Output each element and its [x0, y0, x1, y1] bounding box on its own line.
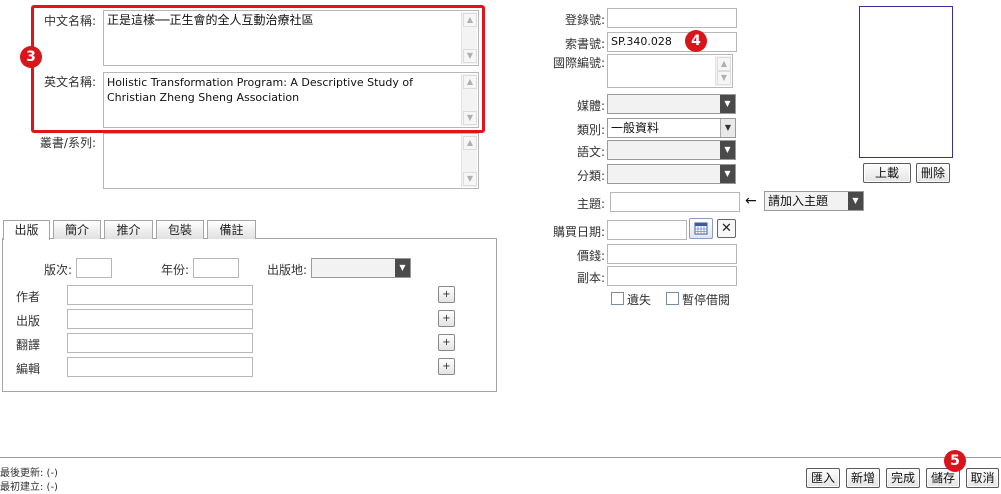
- callout-badge-3: 3: [20, 46, 42, 68]
- callout-badge-5: 5: [944, 450, 966, 472]
- author-input[interactable]: [67, 285, 253, 305]
- add-author-button[interactable]: +: [438, 286, 455, 303]
- cover-image-frame[interactable]: [859, 6, 953, 158]
- suspend-label: 暫停借閱: [682, 293, 731, 307]
- edition-label: 版次:: [44, 263, 73, 277]
- chevron-down-icon: ▼: [720, 119, 735, 137]
- created-text: 最初建立: (-): [0, 482, 58, 493]
- tab-recommend[interactable]: 推介: [104, 220, 153, 239]
- calendar-icon[interactable]: [689, 218, 713, 239]
- add-translator-button[interactable]: +: [438, 334, 455, 351]
- publisher-input[interactable]: [67, 309, 253, 329]
- reg-no-input[interactable]: [607, 8, 737, 28]
- upload-button[interactable]: 上載: [863, 163, 911, 183]
- chevron-down-icon: ▼: [720, 95, 735, 113]
- publisher-label: 出版: [16, 314, 41, 328]
- cancel-button[interactable]: 取消: [966, 468, 999, 488]
- add-editor-button[interactable]: +: [438, 358, 455, 375]
- reg-no-label: 登錄號:: [564, 13, 605, 27]
- scroll-down-icon[interactable]: ▼: [463, 172, 477, 186]
- lost-checkbox[interactable]: [611, 292, 624, 305]
- new-button[interactable]: 新增: [846, 468, 880, 488]
- chevron-down-icon: ▼: [848, 192, 863, 210]
- language-select[interactable]: ▼: [607, 140, 736, 160]
- copies-label: 副本:: [576, 271, 605, 285]
- year-label: 年份:: [161, 263, 190, 277]
- purchase-date-input[interactable]: [607, 220, 687, 240]
- highlight-frame-3: [31, 5, 485, 133]
- intl-no-field[interactable]: ▲ ▼: [607, 54, 733, 88]
- done-button[interactable]: 完成: [886, 468, 920, 488]
- chevron-down-icon: ▼: [720, 165, 735, 183]
- scroll-down-icon[interactable]: ▼: [717, 71, 731, 85]
- last-updated-text: 最後更新: (-): [0, 468, 58, 479]
- category-label: 類別:: [576, 123, 605, 137]
- copies-input[interactable]: [607, 266, 737, 286]
- media-label: 媒體:: [576, 99, 605, 113]
- suspend-checkbox[interactable]: [666, 292, 679, 305]
- category-value: 一般資料: [611, 121, 660, 135]
- call-no-value: SP.340.028: [611, 35, 672, 48]
- series-scrollbar[interactable]: ▲ ▼: [461, 135, 477, 187]
- price-label: 價錢:: [576, 249, 605, 263]
- chevron-down-icon: ▼: [720, 141, 735, 159]
- tab-summary[interactable]: 簡介: [53, 220, 101, 239]
- add-subject-value: 請加入主題: [768, 194, 829, 208]
- editor-input[interactable]: [67, 357, 253, 377]
- footer-divider: [0, 457, 1001, 458]
- intl-no-scrollbar[interactable]: ▲ ▼: [715, 56, 731, 86]
- call-no-input[interactable]: SP.340.028: [607, 32, 737, 52]
- delete-image-button[interactable]: 刪除: [916, 163, 950, 183]
- classification-select[interactable]: ▼: [607, 164, 736, 184]
- category-select[interactable]: 一般資料 ▼: [607, 118, 736, 138]
- lost-label: 遺失: [627, 293, 652, 307]
- tab-packaging[interactable]: 包裝: [156, 220, 204, 239]
- translator-label: 翻譯: [16, 338, 41, 352]
- author-label: 作者: [16, 290, 41, 304]
- tab-publish[interactable]: 出版: [3, 220, 50, 240]
- subject-label: 主題:: [576, 197, 605, 211]
- chevron-down-icon: ▼: [395, 259, 410, 277]
- callout-badge-4: 4: [685, 30, 707, 52]
- publish-place-label: 出版地:: [267, 263, 308, 277]
- scroll-up-icon[interactable]: ▲: [717, 57, 731, 71]
- import-button[interactable]: 匯入: [806, 468, 840, 488]
- clear-date-icon[interactable]: ✕: [717, 219, 736, 238]
- year-input[interactable]: [193, 258, 239, 278]
- editor-label: 編輯: [16, 362, 41, 376]
- scroll-up-icon[interactable]: ▲: [463, 136, 477, 150]
- call-no-label: 索書號:: [564, 37, 605, 51]
- purchase-date-label: 購買日期:: [552, 225, 605, 239]
- intl-no-label: 國際編號:: [552, 56, 605, 70]
- translator-input[interactable]: [67, 333, 253, 353]
- tab-notes[interactable]: 備註: [207, 220, 256, 239]
- publish-place-select[interactable]: ▼: [311, 258, 411, 278]
- series-label: 叢書/系列:: [39, 136, 96, 150]
- classification-label: 分類:: [576, 169, 605, 183]
- arrow-left-icon: ←: [745, 193, 757, 209]
- media-select[interactable]: ▼: [607, 94, 736, 114]
- price-input[interactable]: [607, 244, 737, 264]
- series-field[interactable]: ▲ ▼: [103, 133, 479, 189]
- language-label: 語文:: [576, 145, 605, 159]
- add-publisher-button[interactable]: +: [438, 310, 455, 327]
- edition-input[interactable]: [76, 258, 112, 278]
- subject-input[interactable]: [610, 192, 740, 212]
- add-subject-select[interactable]: 請加入主題 ▼: [764, 191, 864, 211]
